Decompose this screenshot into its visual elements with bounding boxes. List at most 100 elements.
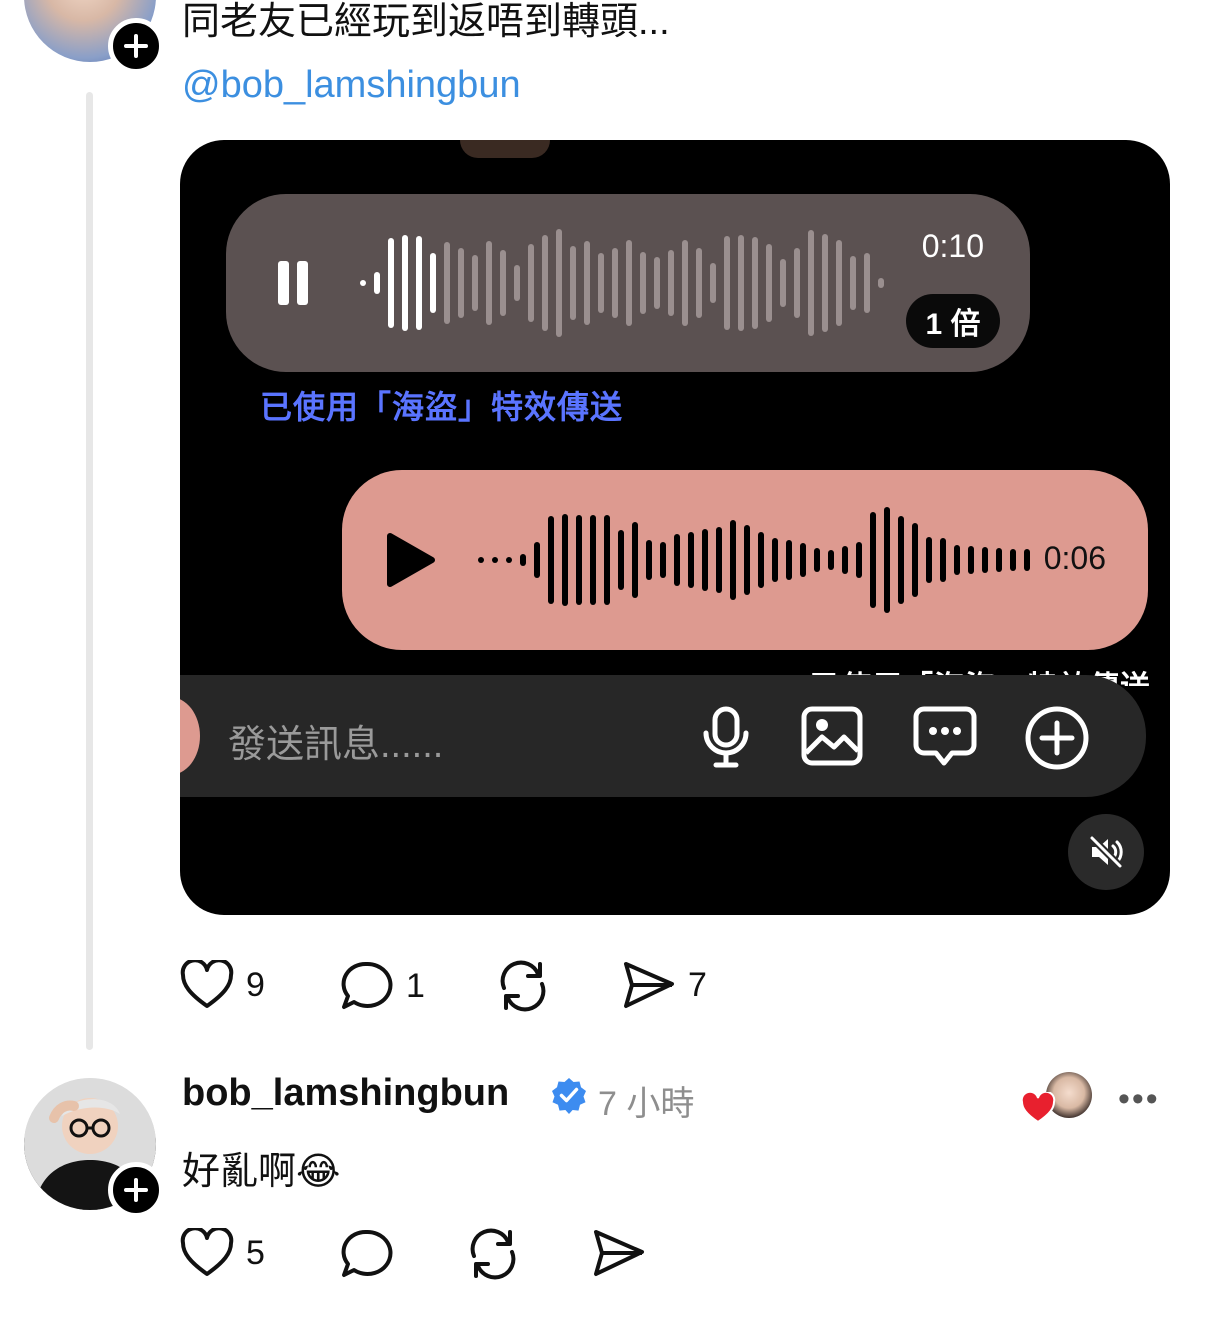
waveform-bar — [506, 557, 512, 563]
thread-line — [86, 92, 93, 1050]
more-icon[interactable]: ••• — [1118, 1080, 1160, 1119]
pause-icon[interactable] — [297, 261, 308, 305]
waveform-bar — [744, 525, 750, 595]
comment-icon — [341, 961, 393, 1009]
share-icon — [624, 962, 674, 1008]
waveform-bar — [584, 241, 590, 325]
waveform-bar — [640, 252, 646, 314]
comment-icon — [341, 1229, 393, 1277]
waveform-bar — [814, 548, 820, 572]
message-input[interactable]: 發送訊息...... — [228, 713, 443, 768]
waveform-bar — [850, 256, 856, 310]
waveform-bar — [604, 515, 610, 605]
reply-body: 好亂啊 — [182, 1151, 297, 1193]
camera-button[interactable] — [180, 697, 200, 775]
mention-link[interactable]: @bob_lamshingbun — [182, 62, 521, 108]
waveform-bar — [402, 235, 408, 331]
waveform-bar — [514, 265, 520, 301]
waveform-bar — [570, 246, 576, 320]
like-button[interactable]: 5 — [180, 1228, 265, 1278]
like-count: 5 — [246, 1233, 265, 1272]
waveform-bar — [688, 532, 694, 588]
waveform-bar — [884, 507, 890, 613]
add-circle-icon[interactable] — [1024, 705, 1090, 771]
follow-plus-icon[interactable] — [108, 18, 164, 74]
playback-speed-button[interactable]: 1 倍 — [906, 294, 1000, 348]
waveform-bar — [444, 242, 450, 324]
waveform-bar — [598, 253, 604, 313]
waveform-bar — [674, 534, 680, 586]
waveform-bar — [416, 236, 422, 330]
follow-plus-icon[interactable] — [108, 1162, 164, 1218]
pause-icon[interactable] — [278, 261, 289, 305]
waveform-bar — [360, 280, 366, 286]
waveform-bar — [786, 540, 792, 580]
reply-text: 好亂啊😂 — [182, 1140, 340, 1195]
waveform-bar — [794, 248, 800, 318]
reply-username[interactable]: bob_lamshingbun — [182, 1072, 509, 1115]
waveform-bar — [548, 516, 554, 604]
voice-message-received[interactable]: 0:10 1 倍 — [226, 194, 1030, 372]
waveform-bar — [926, 537, 932, 583]
waveform-bar — [912, 523, 918, 597]
waveform-bar — [1024, 549, 1030, 571]
waveform-bar — [800, 543, 806, 577]
background-decoration — [460, 140, 550, 158]
waveform-bar — [478, 557, 484, 563]
waveform-bar — [1010, 549, 1016, 571]
share-count: 7 — [688, 965, 707, 1004]
verified-badge-icon — [552, 1078, 586, 1114]
waveform-bar — [836, 240, 842, 326]
play-icon[interactable] — [384, 530, 438, 590]
waveform-bar — [766, 244, 772, 322]
waveform-bar — [878, 278, 884, 288]
waveform-bar — [996, 548, 1002, 572]
waveform-bar — [716, 527, 722, 593]
like-button[interactable]: 9 — [180, 960, 265, 1010]
waveform-bar — [940, 538, 946, 582]
waveform-bar — [534, 542, 540, 578]
laugh-emoji: 😂 — [296, 1151, 341, 1193]
waveform-bar — [828, 550, 834, 570]
comment-count: 1 — [406, 966, 425, 1005]
heart-icon — [180, 1228, 234, 1276]
mute-button[interactable] — [1068, 814, 1144, 890]
waveform-bar — [528, 244, 534, 322]
repost-button[interactable] — [496, 960, 550, 1012]
comment-button[interactable] — [340, 1228, 394, 1280]
repost-icon — [470, 1228, 516, 1280]
voice-message-sent[interactable]: 0:06 — [342, 470, 1148, 650]
share-button[interactable] — [592, 1228, 646, 1278]
share-button[interactable]: 7 — [622, 960, 707, 1010]
waveform-bar — [710, 263, 716, 303]
waveform-bar — [730, 520, 736, 600]
heart-icon — [180, 960, 234, 1008]
waveform-bar — [492, 557, 498, 563]
waveform[interactable] — [360, 224, 884, 342]
waveform-bar — [458, 248, 464, 318]
share-icon — [594, 1230, 644, 1276]
waveform-bar — [780, 259, 786, 307]
message-input-bar[interactable]: 發送訊息...... — [180, 675, 1146, 797]
waveform-bar — [646, 540, 652, 580]
effect-label: 已使用「海盜」特效傳送 — [260, 389, 624, 425]
waveform[interactable] — [478, 500, 1030, 620]
waveform-bar — [808, 230, 814, 336]
heart-icon — [1020, 1092, 1056, 1124]
waveform-bar — [702, 529, 708, 591]
waveform-bar — [660, 542, 666, 578]
image-icon[interactable] — [800, 705, 864, 767]
waveform-bar — [864, 253, 870, 313]
waveform-bar — [870, 512, 876, 608]
waveform-bar — [590, 515, 596, 605]
repost-button[interactable] — [466, 1228, 520, 1280]
microphone-icon[interactable] — [700, 705, 752, 769]
chat-bubble-icon[interactable] — [912, 703, 978, 769]
waveform-bar — [682, 240, 688, 326]
post-text: 同老友已經玩到返唔到轉頭... — [182, 1, 670, 43]
comment-button[interactable]: 1 — [340, 960, 425, 1012]
voice-duration: 0:10 — [921, 228, 984, 264]
waveform-bar — [626, 240, 632, 326]
media-card[interactable]: 0:10 1 倍 已使用「海盜」特效傳送 0:06 已使用「海盜」特效傳送 發送… — [180, 140, 1170, 915]
waveform-bar — [612, 248, 618, 318]
